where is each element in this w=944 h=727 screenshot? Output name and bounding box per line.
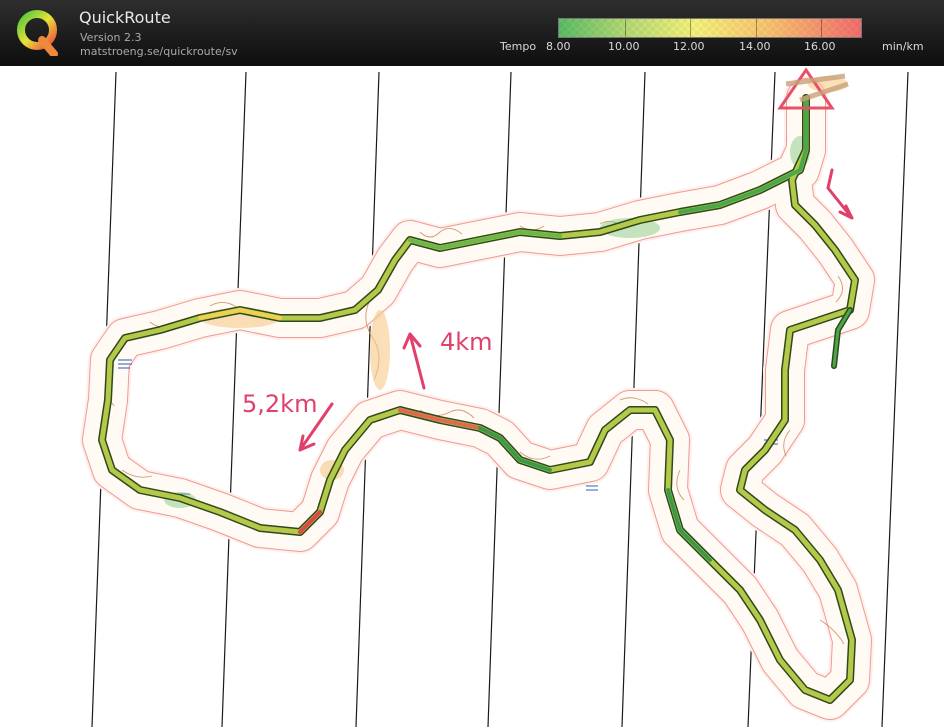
app-version: Version 2.3 [80,31,142,44]
tempo-color-scale [558,18,862,38]
legend-tick-14: 14.00 [739,40,771,53]
legend-tick-8: 8.00 [546,40,571,53]
app-header: QuickRoute Version 2.3 matstroeng.se/qui… [0,0,944,66]
quickroute-logo-icon [17,10,58,56]
leg-distance-5-2km: 5,2km [242,390,317,418]
terrain-corridor [80,76,877,722]
legend-label: Tempo [500,40,537,53]
legend-unit: min/km [882,40,924,53]
legend-tick-16: 16.00 [804,40,836,53]
leg-distance-4km: 4km [440,328,493,356]
orienteering-map[interactable]: 4km 5,2km [0,66,944,727]
legend-tick-12: 12.00 [673,40,705,53]
app-url[interactable]: matstroeng.se/quickroute/sv [80,45,238,58]
legend-tick-10: 10.00 [608,40,640,53]
open-land-features [200,76,848,480]
app-title: QuickRoute [79,8,171,27]
